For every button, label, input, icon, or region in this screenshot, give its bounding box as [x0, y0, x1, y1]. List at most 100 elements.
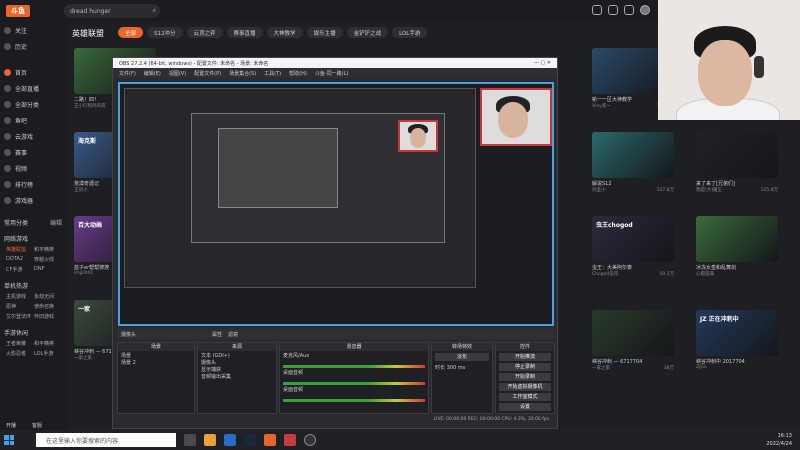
stream-title[interactable]: 冰冻女皇和乱舞剑: [696, 264, 778, 271]
douyu-icon[interactable]: [264, 434, 276, 446]
source-item[interactable]: 文本 (GDI+): [201, 353, 273, 360]
game-link[interactable]: 永劫无间: [34, 293, 62, 300]
streamer-name[interactable]: 一家之家: [74, 355, 92, 361]
chip-teaching[interactable]: 大神教学: [266, 27, 303, 38]
game-link[interactable]: 主机游戏: [6, 293, 34, 300]
search-icon[interactable]: ⌕: [153, 7, 156, 15]
edge-icon[interactable]: [224, 434, 236, 446]
search-box[interactable]: dread hunger ⌕: [64, 4, 160, 18]
sidebar-item-events[interactable]: 赛事: [0, 144, 68, 160]
game-link[interactable]: 英雄联盟: [6, 246, 34, 253]
menu-douyu[interactable]: 斗鱼-同一路(L): [315, 70, 349, 77]
stream-title[interactable]: 虫王：大美阿尔泰: [592, 264, 674, 271]
stream-card[interactable]: JZ 正在冲刺中 峡谷冲刺中 2017704 ZJGo: [696, 310, 778, 370]
transition-select[interactable]: 淡化: [435, 353, 489, 361]
menu-view[interactable]: 视图(V): [169, 70, 186, 77]
chip-golden-spatula[interactable]: 金铲铲之战: [346, 27, 389, 38]
stream-card[interactable]: 来了来了[兄弟们] 我是[大]魔王 125.8万: [696, 132, 778, 193]
game-link[interactable]: 王者荣耀: [6, 340, 34, 347]
stream-title[interactable]: 峡谷冲刺 — 6717704: [592, 358, 674, 365]
menu-tools[interactable]: 工具(T): [264, 70, 281, 77]
sidebar-item-cloud-game[interactable]: 云游戏: [0, 128, 68, 144]
obs-window[interactable]: OBS 27.2.4 (64-bit, windows) - 配置文件: 未命名…: [112, 57, 558, 429]
stream-card[interactable]: 峡谷冲刺 — 6717704 一家之家 38万: [592, 310, 674, 371]
game-link[interactable]: 和平精英: [34, 340, 62, 347]
game-link[interactable]: DNF: [34, 266, 62, 273]
source-item[interactable]: 显示捕获: [201, 367, 273, 374]
stream-thumbnail[interactable]: [696, 216, 778, 262]
game-link[interactable]: 和平精英: [34, 246, 62, 253]
game-link[interactable]: LOL手游: [34, 350, 62, 357]
streamer-name[interactable]: 剑圣小: [592, 187, 606, 193]
menu-profile[interactable]: 配置文件(P): [194, 70, 221, 77]
stream-thumbnail[interactable]: [592, 310, 674, 356]
history-icon[interactable]: [592, 5, 602, 15]
section-single[interactable]: 单机热游: [0, 277, 68, 293]
obs-title-bar[interactable]: OBS 27.2.4 (64-bit, windows) - 配置文件: 未命名…: [113, 58, 557, 68]
obs-preview[interactable]: [118, 82, 554, 326]
section-mobile[interactable]: 手游休闲: [0, 324, 68, 340]
message-icon[interactable]: [608, 5, 618, 15]
stream-card[interactable]: 冰冻女皇和乱舞剑 心愿圆满: [696, 216, 778, 277]
sidebar-item-history[interactable]: 历史: [0, 38, 68, 54]
sidebar-item-game-tools[interactable]: 游戏器: [0, 192, 68, 208]
properties-button[interactable]: 属性: [212, 331, 222, 338]
menu-file[interactable]: 文件(F): [119, 70, 136, 77]
stream-card[interactable]: 解说S12 剑圣小 127.8万: [592, 132, 674, 193]
streamer-name[interactable]: 一家之家: [592, 365, 610, 371]
app-icon[interactable]: [284, 434, 296, 446]
game-link[interactable]: 原神: [6, 303, 34, 310]
open-stream-button[interactable]: 开播: [6, 422, 16, 429]
menu-help[interactable]: 帮助(H): [289, 70, 307, 77]
chip-lol-mobile[interactable]: LOL手游: [392, 27, 428, 38]
streamer-name[interactable]: 我是[大]魔王: [696, 187, 722, 193]
app-logo[interactable]: 斗鱼: [6, 5, 30, 17]
edit-link[interactable]: 编辑: [50, 218, 62, 227]
sidebar-item-follow[interactable]: 关注: [0, 22, 68, 38]
stream-thumbnail[interactable]: [592, 132, 674, 178]
scene-item[interactable]: 场景 2: [121, 360, 191, 367]
chip-events[interactable]: 赛事直播: [226, 27, 263, 38]
game-link[interactable]: 使命召唤: [34, 303, 62, 310]
window-controls[interactable]: — ▢ ✕: [534, 60, 551, 66]
steam-icon[interactable]: [244, 434, 256, 446]
filters-button[interactable]: 滤镜: [228, 331, 238, 338]
sidebar-item-video[interactable]: 视频: [0, 160, 68, 176]
sidebar-item-yuba[interactable]: 鱼吧: [0, 112, 68, 128]
start-recording-button[interactable]: 开始录制: [499, 373, 551, 381]
webcam-preview[interactable]: [480, 88, 552, 146]
menu-scene-collection[interactable]: 场景集合(S): [229, 70, 256, 77]
game-link[interactable]: 火影忍者: [6, 350, 34, 357]
streamer-name[interactable]: Chogod虫哥: [592, 271, 618, 277]
scene-item[interactable]: 场景: [121, 353, 191, 360]
task-view-icon[interactable]: [184, 434, 196, 446]
game-link[interactable]: 怀旧游戏: [34, 313, 62, 320]
game-link[interactable]: 穿越火线: [34, 256, 62, 263]
studio-mode-button[interactable]: 工作室模式: [499, 393, 551, 401]
source-item[interactable]: 摄像头: [201, 360, 273, 367]
stream-thumbnail[interactable]: JZ 正在冲刺中: [696, 310, 778, 356]
game-link[interactable]: DOTA2: [6, 256, 34, 263]
audio-meter[interactable]: [283, 399, 425, 402]
stop-recording-button[interactable]: 停止录制: [499, 363, 551, 371]
sidebar-item-ranking[interactable]: 排行榜: [0, 176, 68, 192]
section-online[interactable]: 网络游戏: [0, 230, 68, 246]
start-streaming-button[interactable]: 开始推流: [499, 353, 551, 361]
streamer-name[interactable]: 王剑小: [74, 187, 88, 193]
chip-tft[interactable]: 云顶之弈: [186, 27, 223, 38]
sidebar-item-live[interactable]: 全部直播: [0, 80, 68, 96]
chip-all[interactable]: 全部: [118, 27, 144, 38]
system-tray-clock[interactable]: 16:13 2022/4/24: [766, 432, 792, 448]
avatar[interactable]: [640, 5, 650, 15]
duration-input[interactable]: 300 ms: [447, 365, 466, 371]
windows-start-icon[interactable]: [4, 435, 14, 445]
streamer-name[interactable]: 王小叮和鸡鸡哥: [74, 103, 106, 109]
game-link[interactable]: CF手游: [6, 266, 34, 273]
streamer-name[interactable]: ZJGo: [696, 365, 707, 370]
source-item[interactable]: 音频输出采集: [201, 374, 273, 381]
sidebar-item-home[interactable]: 首页: [0, 64, 68, 80]
obs-icon[interactable]: [304, 434, 316, 446]
stream-title[interactable]: 来了来了[兄弟们]: [696, 180, 778, 187]
explorer-icon[interactable]: [204, 434, 216, 446]
virtual-camera-button[interactable]: 开始虚拟摄像机: [499, 383, 551, 391]
